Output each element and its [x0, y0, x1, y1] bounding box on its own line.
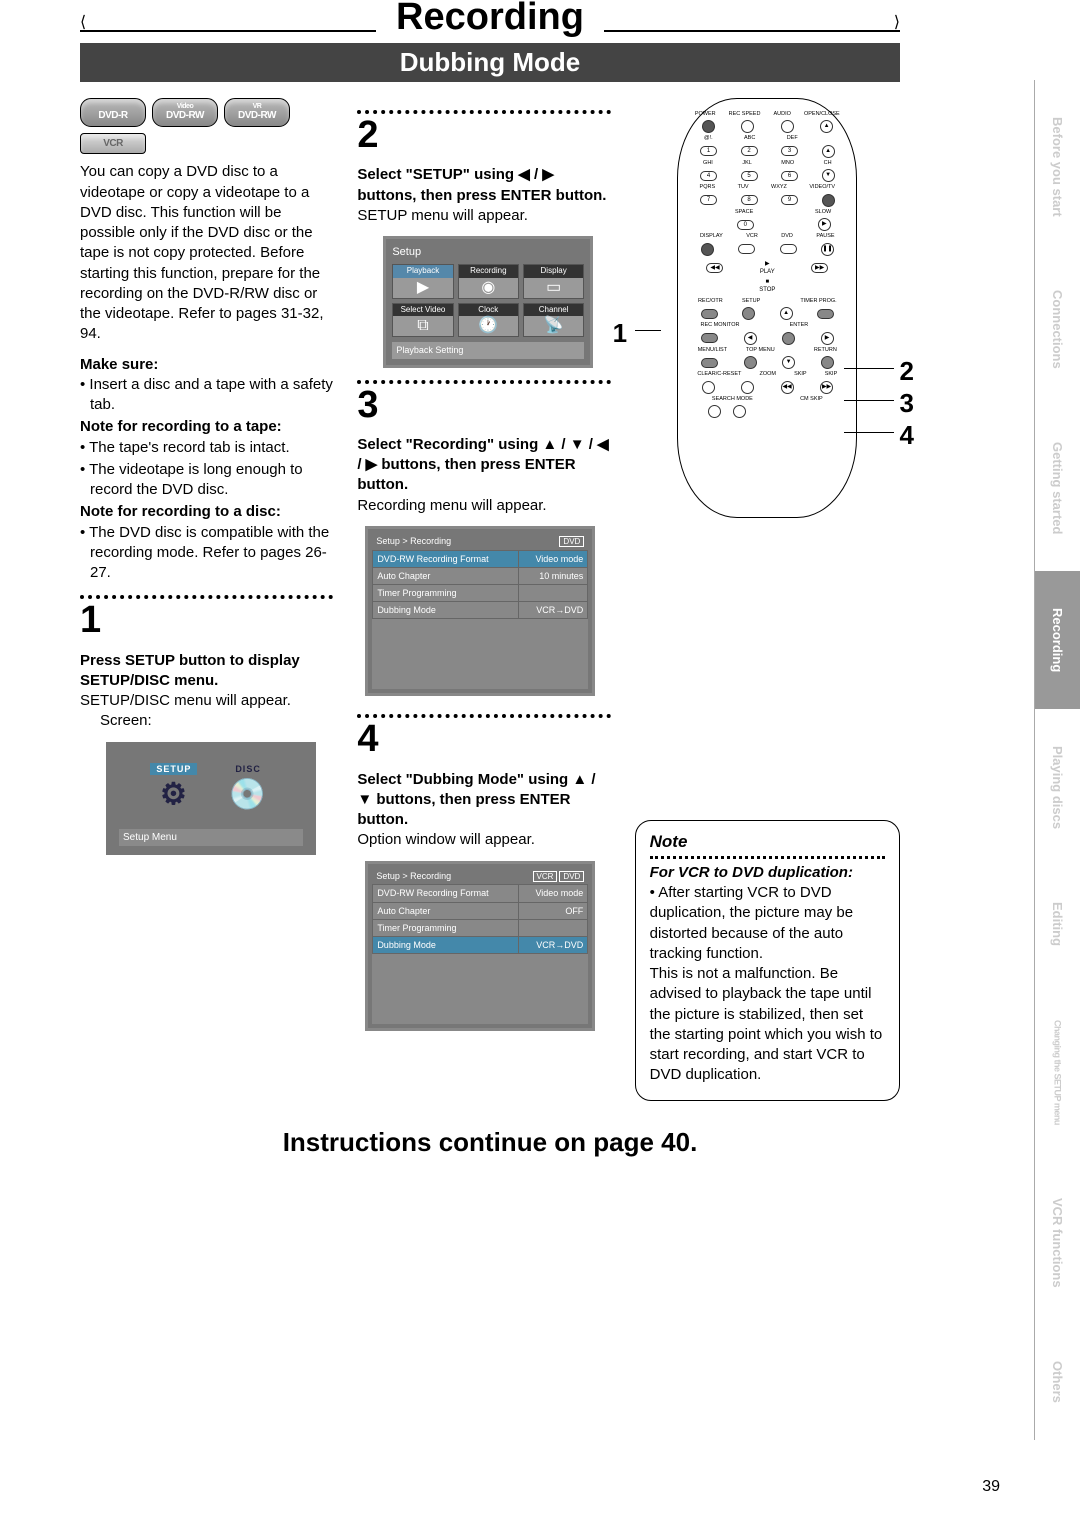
- sidetab-setup-menu[interactable]: Changing the SETUP menu: [1034, 983, 1080, 1161]
- note-disc-heading: Note for recording to a disc:: [80, 502, 333, 522]
- callout-4: 4: [900, 418, 914, 453]
- sidetab-vcr-functions[interactable]: VCR functions: [1034, 1162, 1080, 1325]
- note-tape-item: • The tape's record tab is intact.: [80, 438, 333, 458]
- make-sure-item: • Insert a disc and a tape with a safety…: [80, 375, 333, 416]
- sidetab-connections[interactable]: Connections: [1034, 253, 1080, 405]
- intro-text: You can copy a DVD disc to a videotape o…: [80, 162, 333, 344]
- step3-text: Recording menu will appear.: [357, 496, 610, 516]
- sidetab-getting-started[interactable]: Getting started: [1034, 405, 1080, 571]
- remote-control-diagram: POWERREC SPEEDAUDIOOPEN/CLOSE ▲ @!.ABCDE…: [677, 98, 857, 518]
- step1-heading: Press SETUP button to display SETUP/DISC…: [80, 651, 333, 692]
- note-tape-heading: Note for recording to a tape:: [80, 417, 333, 437]
- note-box: Note For VCR to DVD duplication: • After…: [635, 820, 900, 1101]
- page-subtitle: Dubbing Mode: [80, 43, 900, 82]
- page-number: 39: [982, 1478, 1000, 1496]
- step4-heading: Select "Dubbing Mode" using ▲ / ▼ button…: [357, 770, 610, 831]
- setup-menu-screen: Setup Playback▶ Recording◉ Display▭ Sele…: [383, 236, 593, 368]
- note-disc-item: • The DVD disc is compatible with the re…: [80, 523, 333, 584]
- page-title: Recording: [376, 0, 604, 39]
- continue-text: Instructions continue on page 40.: [80, 1127, 900, 1158]
- step3-heading: Select "Recording" using ▲ / ▼ / ◀ / ▶ b…: [357, 435, 610, 496]
- step4-text: Option window will appear.: [357, 830, 610, 850]
- badge-dvdrw-vr: VRDVD-RW: [224, 98, 290, 127]
- side-tabs: Before you start Connections Getting sta…: [1034, 80, 1080, 1440]
- setup-disc-screen: SETUP⚙ DISC💿 Setup Menu: [106, 742, 316, 856]
- callout-1: 1: [613, 316, 627, 351]
- recording-menu-screen-1: Setup > RecordingDVD DVD-RW Recording Fo…: [365, 526, 595, 696]
- note-subheading: For VCR to DVD duplication:: [650, 863, 885, 883]
- callout-2: 2: [900, 354, 914, 389]
- step2-heading: Select "SETUP" using ◀ / ▶ buttons, then…: [357, 165, 610, 206]
- step-number: 3: [357, 380, 610, 431]
- disc-badges: DVD-R VideoDVD-RW VRDVD-RW VCR: [80, 98, 333, 154]
- step2-text: SETUP menu will appear.: [357, 206, 610, 226]
- sidetab-playing-discs[interactable]: Playing discs: [1034, 709, 1080, 866]
- sidetab-before-you-start[interactable]: Before you start: [1034, 80, 1080, 253]
- recording-menu-screen-2: Setup > RecordingVCRDVD DVD-RW Recording…: [365, 861, 595, 1031]
- make-sure-heading: Make sure:: [80, 355, 333, 375]
- badge-dvdr: DVD-R: [80, 98, 146, 127]
- note-text: • After starting VCR to DVD duplication,…: [650, 883, 885, 1086]
- step-number: 1: [80, 595, 333, 646]
- sidetab-others[interactable]: Others: [1034, 1325, 1080, 1440]
- step-number: 2: [357, 110, 610, 161]
- step-number: 4: [357, 714, 610, 765]
- note-tape-item: • The videotape is long enough to record…: [80, 460, 333, 501]
- sidetab-recording[interactable]: Recording: [1034, 571, 1080, 709]
- sidetab-editing[interactable]: Editing: [1034, 866, 1080, 984]
- badge-dvdrw-video: VideoDVD-RW: [152, 98, 218, 127]
- badge-vcr: VCR: [80, 133, 146, 155]
- step1-text: SETUP/DISC menu will appear.: [80, 691, 333, 711]
- callout-3: 3: [900, 386, 914, 421]
- note-heading: Note: [650, 831, 885, 854]
- screen-label: Screen:: [100, 711, 333, 731]
